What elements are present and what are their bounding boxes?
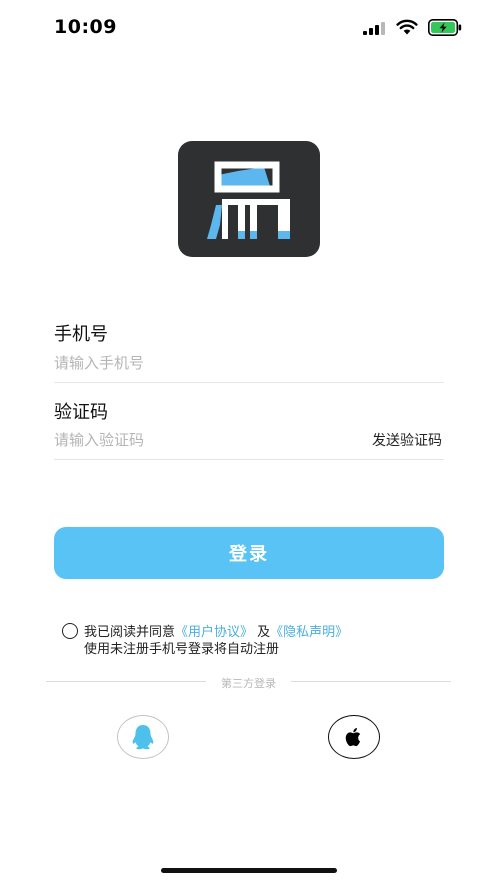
apple-login-button[interactable] [328, 715, 380, 759]
third-party-divider-left [46, 681, 206, 682]
home-indicator [161, 868, 337, 873]
qq-penguin-icon [132, 725, 154, 750]
code-divider [54, 459, 444, 460]
app-logo [178, 141, 320, 257]
battery-charging-icon [428, 19, 462, 36]
send-code-button[interactable]: 发送验证码 [372, 430, 442, 450]
cellular-signal-icon [363, 22, 385, 35]
app-logo-mark-icon [207, 161, 290, 239]
privacy-statement-link[interactable]: 《隐私声明》 [270, 625, 348, 640]
login-button[interactable]: 登录 [54, 527, 444, 579]
agreement-checkbox[interactable] [62, 623, 78, 639]
phone-divider [54, 382, 444, 383]
phone-input[interactable] [54, 351, 354, 375]
status-bar: 10:09 [0, 0, 497, 54]
code-label: 验证码 [54, 402, 108, 423]
wifi-icon [396, 19, 418, 35]
apple-icon [345, 728, 361, 747]
third-party-label: 第三方登录 [221, 677, 276, 690]
status-time: 10:09 [54, 16, 117, 38]
qq-login-button[interactable] [117, 715, 169, 759]
auto-register-note: 使用未注册手机号登录将自动注册 [84, 642, 280, 657]
third-party-divider-right [291, 681, 451, 682]
phone-label: 手机号 [54, 324, 108, 345]
code-input[interactable] [54, 428, 344, 452]
